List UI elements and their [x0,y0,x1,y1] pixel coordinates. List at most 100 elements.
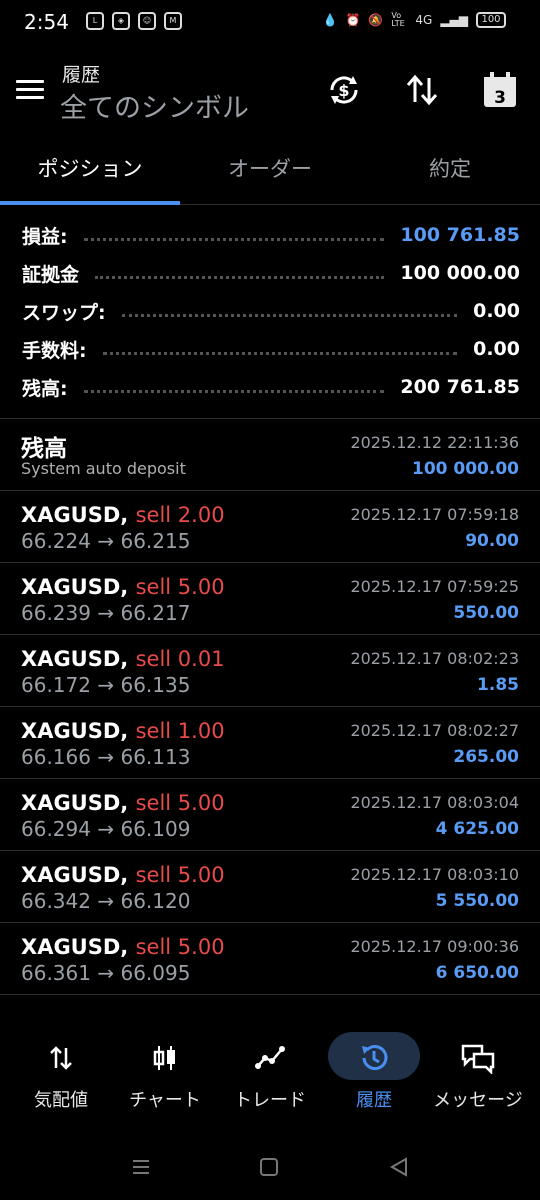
volte-icon: Vo LTE [391,11,405,28]
trade-open-price: 66.361 [21,961,91,985]
dotted-leader [121,313,458,317]
line-icon: L [86,12,104,30]
trade-profit: 1.85 [477,675,519,695]
summary-label: スワップ: [22,297,114,325]
trade-close-price: 66.095 [120,961,191,985]
trade-profit: 5 550.00 [435,891,519,911]
trade-symbol: XAGUSD, [21,503,129,527]
trade-open-price: 66.239 [21,601,91,625]
summary-label: 証拠金 [22,259,88,287]
arrow-right-icon: → [97,889,115,913]
summary-value: 200 761.85 [392,376,520,398]
nav-history[interactable]: 履歴 [320,1030,428,1120]
trade-datetime: 2025.12.17 07:59:18 [350,505,519,524]
trade-side: sell 5.00 [135,575,225,599]
summary-row-swap: スワップ: 0.00 [22,292,520,330]
nav-messages[interactable]: メッセージ [424,1030,532,1120]
deposit-datetime: 2025.12.12 22:11:36 [350,433,519,452]
trade-datetime: 2025.12.17 08:02:27 [350,721,519,740]
summary-value: 0.00 [465,338,520,360]
summary-value: 100 000.00 [392,262,520,284]
trade-open-price: 66.166 [21,745,91,769]
trade-side: sell 5.00 [135,791,225,815]
symbol-filter[interactable]: 全てのシンボル [60,86,249,125]
tab-deals[interactable]: 約定 [360,136,540,200]
trade-side: sell 1.00 [135,719,225,743]
history-icon [354,1038,394,1078]
bottom-navigation: 気配値 チャート トレード 履歴 メッセージ [0,1030,540,1120]
app-bar: 履歴 全てのシンボル $ 3 [0,52,540,128]
calendar-icon[interactable]: 3 [480,70,520,110]
trade-profit: 265.00 [453,747,519,767]
trade-datetime: 2025.12.17 08:02:23 [350,649,519,668]
trade-symbol: XAGUSD, [21,863,129,887]
trade-profit: 4 625.00 [435,819,519,839]
nav-chart[interactable]: チャート [111,1030,219,1120]
tab-positions[interactable]: ポジション [0,136,180,200]
summary-label: 手数料: [22,335,95,363]
summary-value: 0.00 [465,300,520,322]
trade-row[interactable]: XAGUSD, sell 1.00 66.166 → 66.113 2025.1… [0,706,540,778]
svg-text:$: $ [338,81,349,100]
face-icon: ☺ [138,12,156,30]
sort-icon[interactable] [402,70,442,110]
4g-signal-icon: 4G [415,13,433,27]
summary-row-balance: 残高: 200 761.85 [22,368,520,406]
trade-row[interactable]: XAGUSD, sell 5.00 66.342 → 66.120 2025.1… [0,850,540,922]
trade-side: sell 5.00 [135,935,225,959]
mute-icon: 🔕 [368,13,384,27]
box-icon: ◈ [112,12,130,30]
system-icons: 💧 ⏰ 🔕 Vo LTE 4G ▂▄▆ 100 [323,12,506,28]
battery-icon: 100 [476,12,506,28]
nav-quotes[interactable]: 気配値 [7,1030,115,1120]
deposit-amount: 100 000.00 [411,459,519,479]
nav-label: チャート [129,1090,201,1111]
calendar-day: 3 [494,88,506,108]
trade-datetime: 2025.12.17 08:03:04 [350,793,519,812]
trade-row[interactable]: XAGUSD, sell 0.01 66.172 → 66.135 2025.1… [0,634,540,706]
gmail-icon: M [164,12,182,30]
dotted-leader [102,351,458,355]
system-navigation [0,1148,540,1188]
trade-close-price: 66.135 [120,673,191,697]
summary-value: 100 761.85 [392,224,520,246]
notification-icons: L ◈ ☺ M [86,12,182,30]
account-summary: 損益: 100 761.85 証拠金 100 000.00 スワップ: 0.00… [22,216,520,406]
dotted-leader [95,275,385,279]
dotted-leader [83,389,385,393]
arrow-right-icon: → [97,601,115,625]
trade-symbol: XAGUSD, [21,719,129,743]
summary-row-profit: 損益: 100 761.85 [22,216,520,254]
trade-row[interactable]: XAGUSD, sell 5.00 66.361 → 66.095 2025.1… [0,922,540,995]
page-title: 履歴 [62,64,101,86]
history-list: 残高 System auto deposit 2025.12.12 22:11:… [0,418,540,995]
trade-open-price: 66.224 [21,529,91,553]
currency-exchange-icon[interactable]: $ [324,70,364,110]
arrow-right-icon: → [97,673,115,697]
trade-datetime: 2025.12.17 09:00:36 [350,937,519,956]
menu-icon[interactable] [16,80,44,100]
tab-orders[interactable]: オーダー [180,136,360,200]
back-icon[interactable] [388,1156,412,1180]
trade-open-price: 66.294 [21,817,91,841]
home-icon[interactable] [258,1156,282,1180]
trade-datetime: 2025.12.17 08:03:10 [350,865,519,884]
summary-row-commission: 手数料: 0.00 [22,330,520,368]
trade-profit: 6 650.00 [435,963,519,983]
recent-apps-icon[interactable] [130,1156,154,1180]
alarm-icon: ⏰ [345,13,361,27]
trade-symbol: XAGUSD, [21,647,129,671]
trade-close-price: 66.113 [120,745,191,769]
trade-profit: 550.00 [453,603,519,623]
trade-row[interactable]: XAGUSD, sell 5.00 66.239 → 66.217 2025.1… [0,562,540,634]
deposit-row[interactable]: 残高 System auto deposit 2025.12.12 22:11:… [0,418,540,490]
trade-side: sell 0.01 [135,647,225,671]
trade-row[interactable]: XAGUSD, sell 2.00 66.224 → 66.215 2025.1… [0,490,540,562]
trade-close-price: 66.120 [120,889,191,913]
nav-trade[interactable]: トレード [216,1030,324,1120]
trade-row[interactable]: XAGUSD, sell 5.00 66.294 → 66.109 2025.1… [0,778,540,850]
trade-open-price: 66.342 [21,889,91,913]
nav-label: メッセージ [433,1090,523,1111]
summary-label: 損益: [22,221,76,249]
arrow-right-icon: → [97,817,115,841]
